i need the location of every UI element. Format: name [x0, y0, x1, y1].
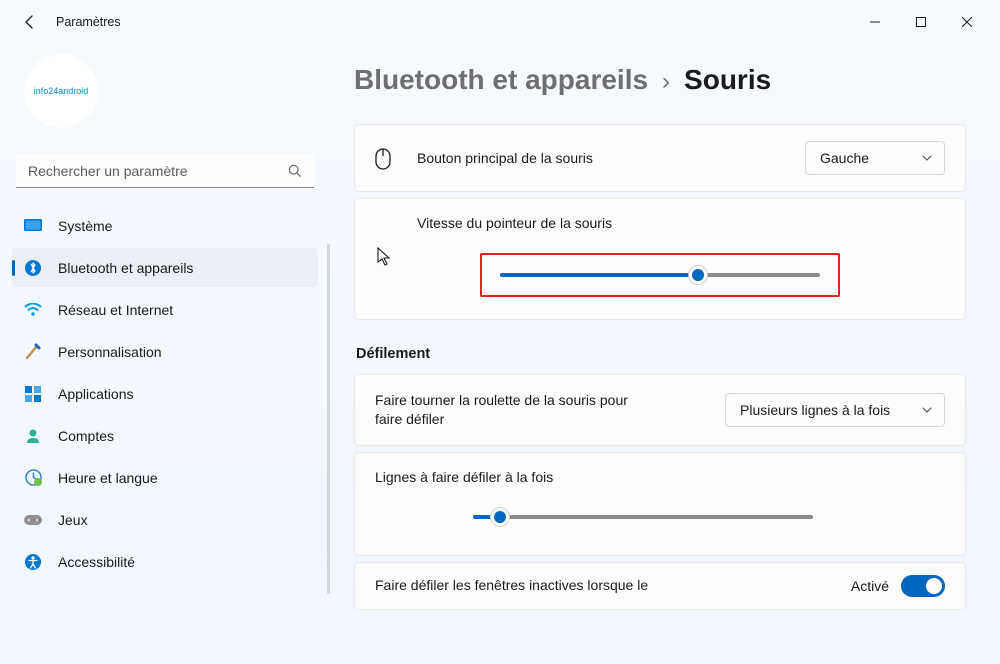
sidebar-item-accessibility[interactable]: Accessibilité	[12, 542, 318, 581]
search-box	[16, 154, 314, 188]
chevron-right-icon: ›	[662, 68, 670, 96]
slider-fill	[500, 273, 698, 277]
sidebar-item-apps[interactable]: Applications	[12, 374, 318, 413]
scroll-section-title: Défilement	[356, 346, 966, 362]
cursor-icon	[377, 247, 393, 267]
close-button[interactable]	[944, 6, 990, 38]
sidebar-item-network[interactable]: Réseau et Internet	[12, 290, 318, 329]
sidebar-scrollbar[interactable]	[327, 244, 330, 594]
nav-label: Heure et langue	[58, 470, 158, 486]
system-icon	[24, 217, 42, 235]
search-icon	[288, 164, 302, 178]
back-button[interactable]	[10, 2, 50, 42]
breadcrumb: Bluetooth et appareils › Souris	[354, 64, 966, 96]
lines-scroll-label: Lignes à faire défiler à la fois	[375, 469, 945, 485]
window-controls	[852, 6, 990, 38]
nav-label: Système	[58, 218, 112, 234]
sidebar-item-gaming[interactable]: Jeux	[12, 500, 318, 539]
minimize-button[interactable]	[852, 6, 898, 38]
wifi-icon	[24, 301, 42, 319]
search-input[interactable]	[16, 154, 314, 188]
arrow-left-icon	[22, 14, 38, 30]
inactive-scroll-card: Faire défiler les fenêtres inactives lor…	[354, 562, 966, 610]
select-value: Plusieurs lignes à la fois	[740, 402, 890, 418]
person-icon	[24, 427, 42, 445]
nav-label: Jeux	[58, 512, 88, 528]
wheel-scroll-card: Faire tourner la roulette de la souris p…	[354, 374, 966, 446]
titlebar: Paramètres	[0, 0, 1000, 44]
lines-scroll-slider[interactable]	[473, 507, 813, 527]
lines-scroll-card: Lignes à faire défiler à la fois	[354, 452, 966, 556]
slider-track	[473, 515, 813, 519]
avatar[interactable]: info24android	[24, 54, 98, 128]
gamepad-icon	[24, 511, 42, 529]
toggle-state-text: Activé	[851, 578, 889, 594]
page-title: Souris	[684, 64, 771, 96]
close-icon	[962, 17, 972, 27]
pointer-speed-label: Vitesse du pointeur de la souris	[417, 215, 945, 231]
bluetooth-icon	[24, 259, 42, 277]
nav-label: Réseau et Internet	[58, 302, 173, 318]
slider-thumb[interactable]	[490, 507, 510, 527]
maximize-icon	[916, 17, 926, 27]
breadcrumb-parent[interactable]: Bluetooth et appareils	[354, 64, 648, 96]
sidebar-item-accounts[interactable]: Comptes	[12, 416, 318, 455]
main-content: Bluetooth et appareils › Souris Bouton p…	[330, 44, 1000, 664]
wheel-scroll-label: Faire tourner la roulette de la souris p…	[375, 391, 645, 429]
nav-label: Comptes	[58, 428, 114, 444]
chevron-down-icon	[922, 407, 932, 413]
apps-icon	[24, 385, 42, 403]
nav-label: Personnalisation	[58, 344, 162, 360]
accessibility-icon	[24, 553, 42, 571]
nav-label: Accessibilité	[58, 554, 135, 570]
inactive-scroll-toggle[interactable]	[901, 575, 945, 597]
pointer-speed-card: Vitesse du pointeur de la souris	[354, 198, 966, 320]
minimize-icon	[870, 17, 880, 27]
select-value: Gauche	[820, 150, 869, 166]
nav-label: Applications	[58, 386, 134, 402]
app-title: Paramètres	[56, 15, 121, 29]
inactive-scroll-label: Faire défiler les fenêtres inactives lor…	[375, 576, 648, 595]
sidebar: info24android Système Bluetooth et appar…	[0, 44, 330, 664]
maximize-button[interactable]	[898, 6, 944, 38]
sidebar-item-system[interactable]: Système	[12, 206, 318, 245]
sidebar-item-personalization[interactable]: Personnalisation	[12, 332, 318, 371]
primary-button-card: Bouton principal de la souris Gauche	[354, 124, 966, 192]
primary-button-label: Bouton principal de la souris	[417, 150, 805, 166]
brush-icon	[24, 343, 42, 361]
chevron-down-icon	[922, 155, 932, 161]
sidebar-item-bluetooth[interactable]: Bluetooth et appareils	[12, 248, 318, 287]
primary-button-select[interactable]: Gauche	[805, 141, 945, 175]
sidebar-item-time-language[interactable]: Heure et langue	[12, 458, 318, 497]
slider-thumb[interactable]	[688, 265, 708, 285]
globe-clock-icon	[24, 469, 42, 487]
annotation-highlight	[480, 253, 840, 297]
pointer-speed-slider[interactable]	[500, 265, 820, 285]
wheel-scroll-select[interactable]: Plusieurs lignes à la fois	[725, 393, 945, 427]
avatar-text: info24android	[34, 86, 89, 96]
nav-list: Système Bluetooth et appareils Réseau et…	[12, 206, 318, 581]
mouse-icon	[375, 148, 395, 168]
nav-label: Bluetooth et appareils	[58, 260, 193, 276]
